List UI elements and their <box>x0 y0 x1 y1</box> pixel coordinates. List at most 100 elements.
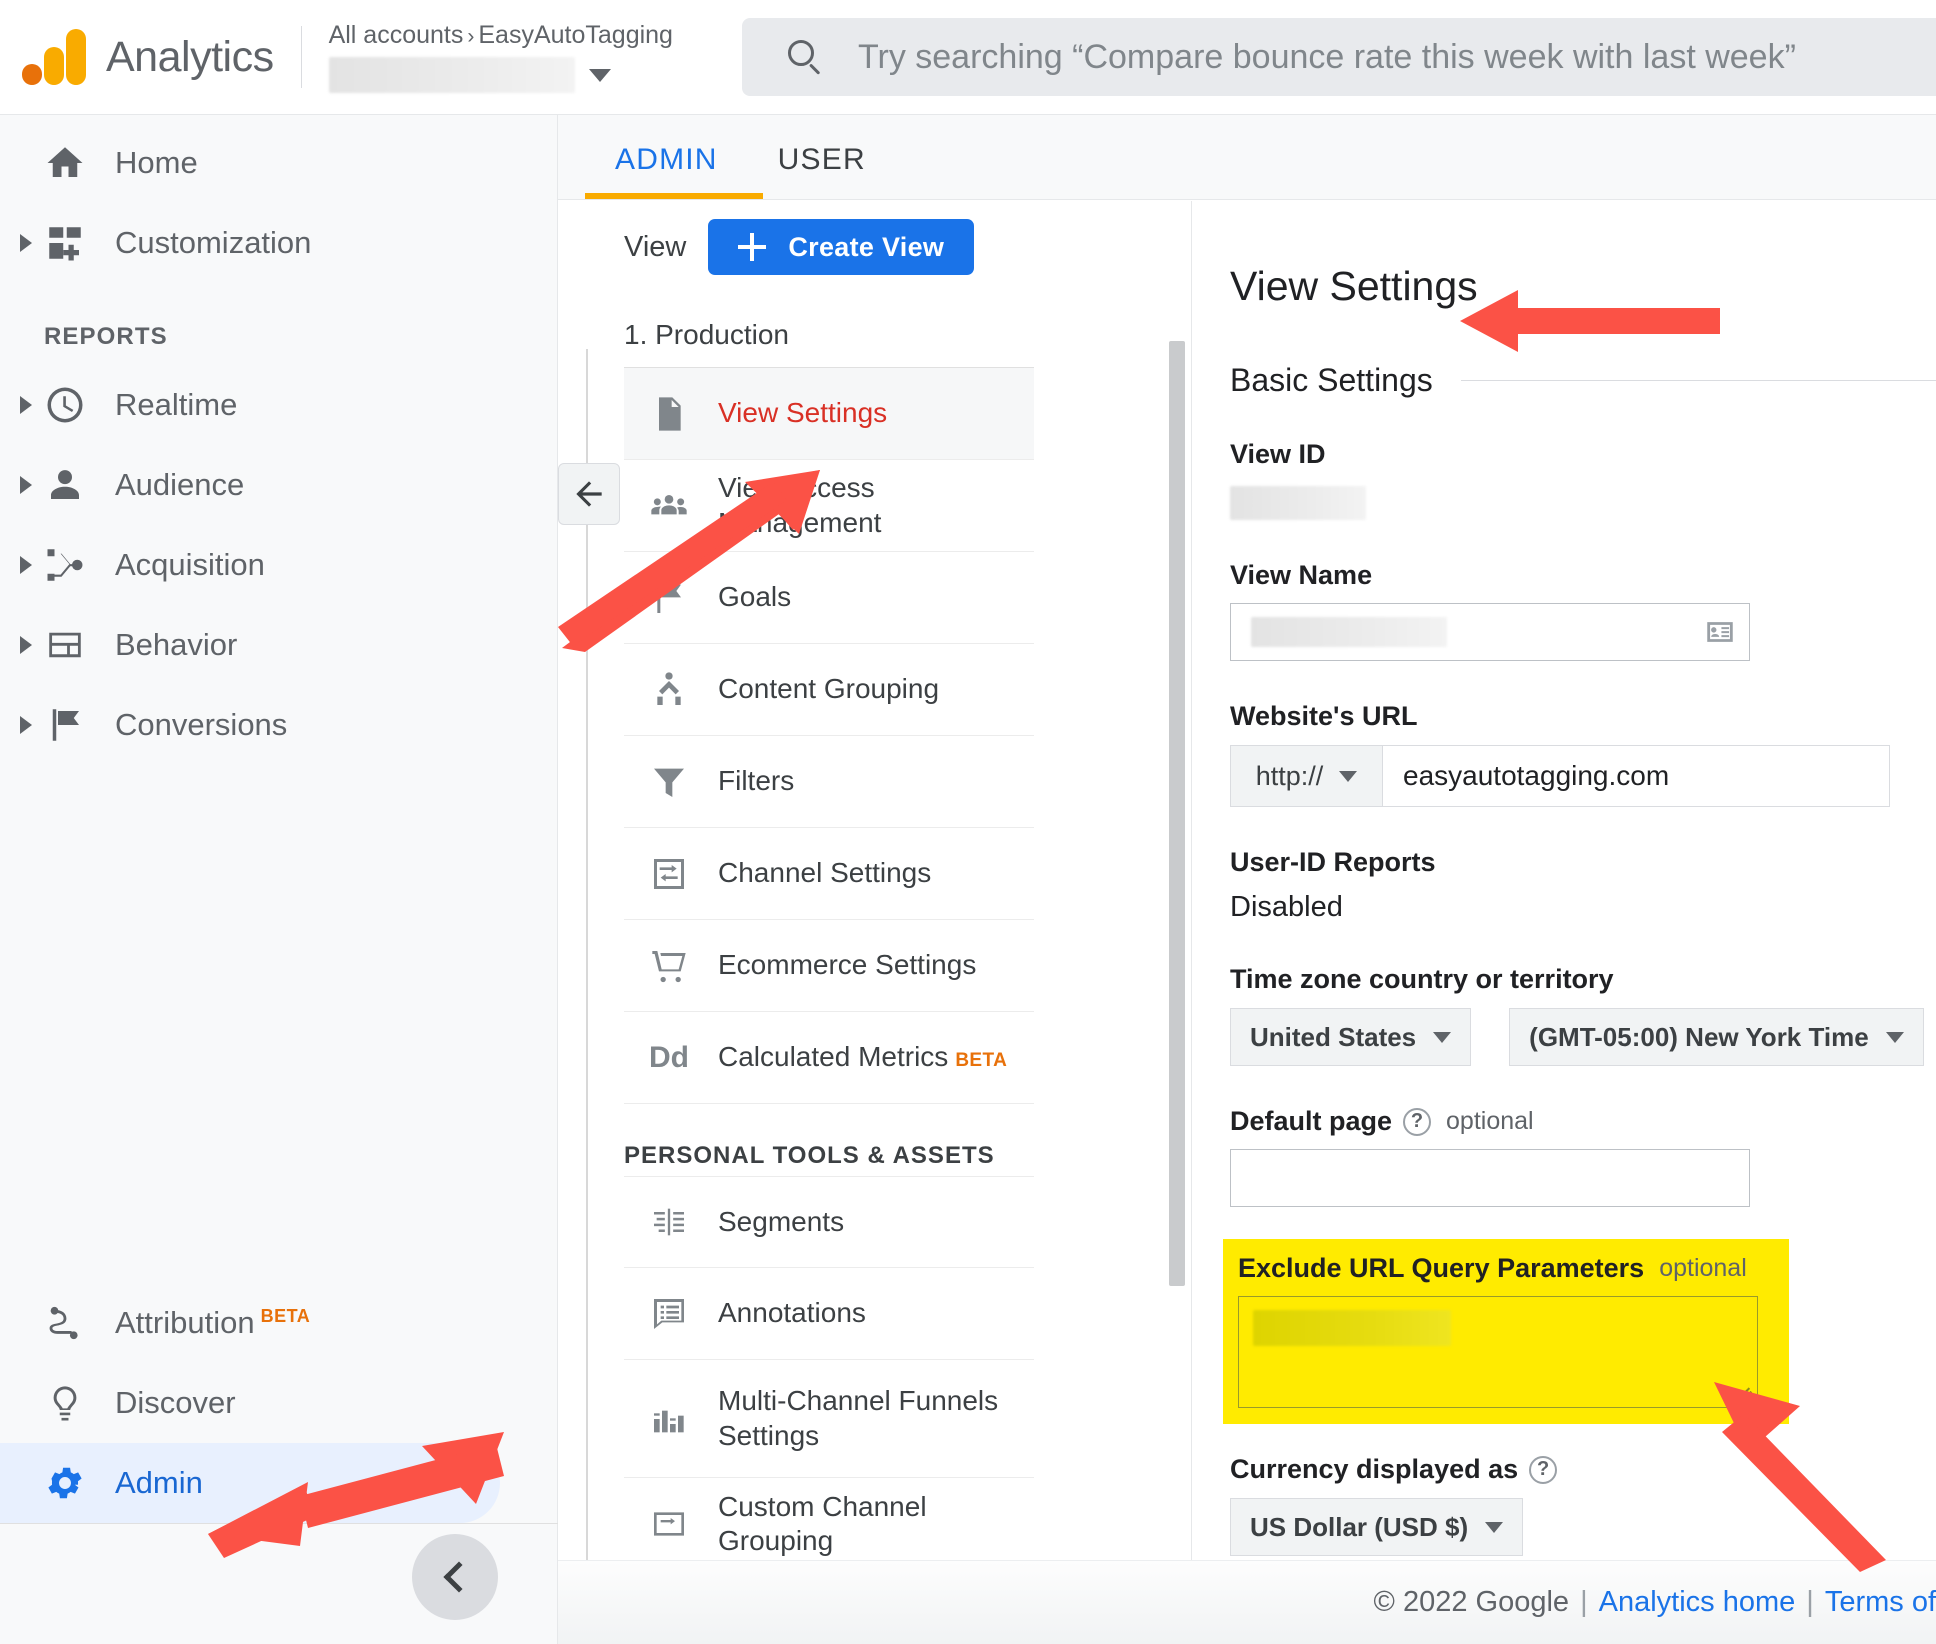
customization-icon <box>44 222 86 264</box>
menu-item-label: Ecommerce Settingsx <box>718 949 977 981</box>
menu-item-channel-settings[interactable]: Channel Settings <box>624 828 1034 920</box>
menu-item-label: Segments <box>718 1205 845 1237</box>
menu-item-view-settings[interactable]: View Settings <box>624 368 1034 460</box>
exclude-query-params-textarea[interactable] <box>1238 1296 1758 1408</box>
website-url-input[interactable]: easyautotagging.com <box>1383 745 1890 807</box>
sidebar-section-reports: REPORTS <box>44 323 168 350</box>
chevron-right-icon[interactable] <box>20 556 32 574</box>
sidebar-item-admin[interactable]: Admin <box>0 1443 500 1523</box>
help-icon[interactable]: ? <box>1403 1107 1432 1136</box>
menu-item-label: View Access Management <box>718 472 882 538</box>
sidebar-item-audience[interactable]: Audience <box>0 445 557 525</box>
account-selector[interactable]: All accounts › EasyAutoTagging <box>328 21 673 93</box>
exclude-value-redacted <box>1253 1310 1451 1346</box>
top-bar: Analytics All accounts › EasyAutoTagging T… <box>0 0 1936 115</box>
chevron-right-icon[interactable] <box>20 234 32 252</box>
section-divider <box>1460 380 1936 381</box>
default-page-input[interactable] <box>1230 1149 1750 1207</box>
menu-item-goals[interactable]: Goals <box>624 552 1034 644</box>
currency-select[interactable]: US Dollar (USD $) <box>1230 1498 1524 1556</box>
breadcrumb-account[interactable]: EasyAutoTagging <box>478 21 673 49</box>
menu-group-personal-tools: PERSONAL TOOLS & ASSETS <box>624 1142 995 1169</box>
analytics-logo-icon <box>22 29 86 85</box>
acquisition-icon <box>44 544 86 586</box>
menu-scrollbar[interactable] <box>1169 341 1185 1286</box>
field-user-id-reports: User-ID Reports Disabled <box>1230 847 1936 924</box>
collapse-sidebar-button[interactable] <box>412 1534 498 1620</box>
menu-item-annotations[interactable]: Annotations <box>624 1268 1034 1360</box>
currency-value: US Dollar (USD $) <box>1250 1511 1469 1542</box>
protocol-select[interactable]: http:// <box>1230 745 1383 807</box>
chevron-right-icon[interactable] <box>20 476 32 494</box>
chevron-right-icon[interactable] <box>20 636 32 654</box>
header-divider <box>300 26 302 88</box>
basic-settings-label: Basic Settings <box>1230 362 1433 398</box>
exclude-query-params-label: Exclude URL Query Parameters optional <box>1238 1253 1747 1283</box>
chevron-right-icon[interactable] <box>20 396 32 414</box>
tab-admin[interactable]: ADMIN <box>585 143 748 199</box>
menu-item-content-grouping[interactable]: Content Grouping <box>624 644 1034 736</box>
chevron-down-icon <box>1339 770 1358 782</box>
field-view-id: View ID <box>1230 439 1936 520</box>
sidebar-item-home[interactable]: Home <box>0 123 557 203</box>
website-url-label: Website's URL <box>1230 701 1418 731</box>
sidebar-item-realtime[interactable]: Realtime <box>0 365 557 445</box>
search-icon <box>788 40 822 75</box>
funnel-icon <box>646 759 692 805</box>
create-view-label: Create View <box>788 231 945 262</box>
timezone-country-select[interactable]: United States <box>1230 1008 1472 1066</box>
back-button[interactable] <box>558 463 620 525</box>
breadcrumb-all-accounts[interactable]: All accounts <box>329 21 464 49</box>
view-name-label: View Name <box>1230 560 1373 590</box>
left-sidebar: Home Customization REPORTS Realtime Audi… <box>0 115 558 1644</box>
menu-item-custom-channel-grouping[interactable]: Custom Channel Grouping <box>624 1478 1034 1570</box>
sidebar-item-label: Admin <box>115 1465 203 1500</box>
content-grouping-icon <box>646 667 692 713</box>
menu-item-ecommerce-settings[interactable]: Ecommerce Settingsx <box>624 920 1034 1012</box>
field-timezone: Time zone country or territory United St… <box>1230 964 1936 1066</box>
menu-item-segments[interactable]: Segments <box>624 1176 1034 1268</box>
user-id-reports-label: User-ID Reports <box>1230 847 1436 877</box>
view-id-value-redacted <box>1230 486 1366 520</box>
home-icon <box>44 142 86 184</box>
search-input[interactable]: Try searching “Compare bounce rate this … <box>742 18 1936 96</box>
main-content: ADMIN USER View Create View 1. Productio… <box>558 115 1936 1644</box>
create-view-button[interactable]: Create View <box>708 219 975 275</box>
sidebar-item-behavior[interactable]: Behavior <box>0 605 557 685</box>
default-page-label: Default page ? optional <box>1230 1106 1534 1136</box>
menu-item-calculated-metrics[interactable]: Dd Calculated Metrics BETA <box>624 1012 1034 1104</box>
contact-card-icon[interactable] <box>1703 615 1737 649</box>
sidebar-item-label: Home <box>115 145 198 180</box>
menu-item-label: Multi-Channel Funnels Settings <box>718 1385 999 1451</box>
timezone-zone-select[interactable]: (GMT-05:00) New York Time <box>1509 1008 1924 1066</box>
help-icon[interactable]: ? <box>1529 1455 1558 1484</box>
chevron-right-icon[interactable] <box>20 716 32 734</box>
sidebar-item-label: Attribution BETA <box>115 1305 311 1340</box>
person-icon <box>44 464 86 506</box>
footer-link-terms[interactable]: Terms of <box>1825 1586 1936 1619</box>
menu-item-view-access-management[interactable]: View Access Management <box>624 460 1034 552</box>
menu-item-label: Annotations <box>718 1297 866 1329</box>
sidebar-item-conversions[interactable]: Conversions <box>0 685 557 765</box>
menu-item-multi-channel-funnels-settings[interactable]: Multi-Channel Funnels Settings <box>624 1360 1034 1478</box>
segments-icon <box>646 1199 692 1245</box>
account-name-redacted <box>328 57 575 93</box>
annotations-icon <box>646 1291 692 1337</box>
timezone-zone-value: (GMT-05:00) New York Time <box>1529 1021 1869 1052</box>
menu-item-label: Content Grouping <box>718 673 940 705</box>
sidebar-item-attribution[interactable]: Attribution BETA <box>0 1283 558 1363</box>
sidebar-item-acquisition[interactable]: Acquisition <box>0 525 557 605</box>
tab-user[interactable]: USER <box>748 143 896 199</box>
page-title: View Settings <box>1230 263 1478 309</box>
view-name-input[interactable] <box>1230 603 1750 661</box>
chevron-down-icon[interactable] <box>588 68 611 82</box>
menu-item-filters[interactable]: Filters <box>624 736 1034 828</box>
sidebar-item-customization[interactable]: Customization <box>0 203 557 283</box>
footer-link-analytics-home[interactable]: Analytics home <box>1599 1586 1796 1619</box>
sidebar-item-label: Audience <box>115 467 245 502</box>
menu-item-label: Channel Settings <box>718 857 932 889</box>
resize-handle-icon[interactable] <box>1733 1384 1753 1404</box>
sidebar-item-discover[interactable]: Discover <box>0 1363 558 1443</box>
sidebar-item-label: Realtime <box>115 387 238 422</box>
flag-icon <box>646 575 692 621</box>
